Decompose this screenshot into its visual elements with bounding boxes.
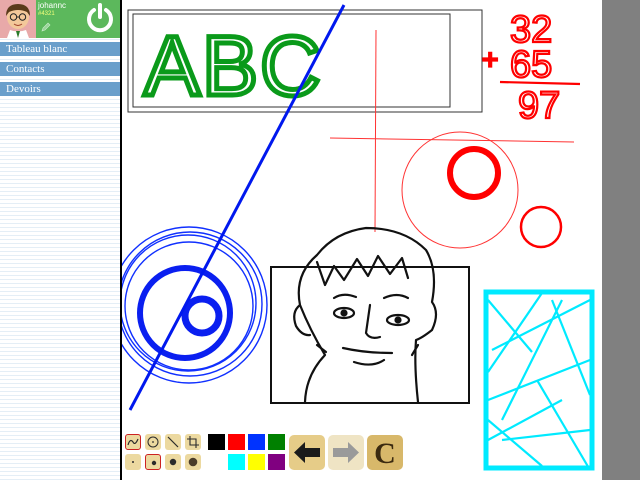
addition-result: 97 — [518, 85, 560, 127]
red-circle-small — [519, 205, 563, 249]
undo-button[interactable] — [289, 435, 325, 470]
portrait-frame — [270, 266, 470, 404]
brush-size-xlarge[interactable] — [185, 454, 201, 470]
circle-tool[interactable] — [145, 434, 161, 450]
menu-item-whiteboard[interactable]: Tableau blanc — [0, 42, 120, 56]
red-circle-bold — [447, 146, 501, 200]
avatar — [0, 0, 36, 38]
user-name: johannc — [38, 1, 67, 10]
menu-item-homework[interactable]: Devoirs — [0, 82, 120, 96]
color-swatch-green[interactable] — [268, 434, 285, 450]
menu-item-contacts[interactable]: Contacts — [0, 62, 120, 76]
brush-size-medium[interactable] — [145, 454, 161, 470]
color-swatch-purple[interactable] — [268, 454, 285, 470]
brush-size-small[interactable] — [125, 454, 141, 470]
color-swatch-yellow[interactable] — [248, 454, 265, 470]
drawing-surface[interactable]: ABC 32 + 65 97 — [110, 0, 602, 480]
cyan-hatch-lines — [487, 292, 592, 471]
clear-button[interactable]: C — [367, 435, 403, 470]
freehand-icon — [127, 438, 139, 446]
vertical-scrollbar[interactable] — [602, 0, 640, 480]
clear-button-label: C — [374, 437, 396, 470]
edit-pencil-icon[interactable] — [40, 20, 52, 38]
brush-size-large[interactable] — [165, 454, 181, 470]
circle-icon — [147, 436, 159, 448]
line-icon — [167, 436, 179, 448]
dot-small-icon — [132, 461, 134, 463]
sidebar: johannc #4321 Tableau blanc Contacts Dev… — [0, 0, 120, 480]
power-icon[interactable] — [84, 2, 116, 39]
whiteboard-canvas[interactable]: ABC 32 + 65 97 — [110, 0, 602, 480]
color-swatch-red[interactable] — [228, 434, 245, 450]
color-swatch-blue[interactable] — [248, 434, 265, 450]
dot-medium-icon — [151, 460, 157, 466]
blue-circle-inner — [181, 295, 223, 337]
freehand-tool[interactable] — [125, 434, 141, 450]
line-tool[interactable] — [165, 434, 181, 450]
arrow-right-icon — [333, 442, 359, 463]
red-vertical-line — [374, 29, 377, 233]
user-bar: johannc #4321 — [0, 0, 120, 38]
redo-button[interactable] — [328, 435, 364, 470]
addition-plus: + — [482, 44, 498, 75]
dot-large-icon — [169, 458, 177, 466]
arrow-left-icon — [294, 442, 320, 463]
red-horizontal-line — [329, 137, 575, 143]
crop-icon — [187, 436, 199, 448]
crop-tool[interactable] — [185, 434, 201, 450]
color-swatch-black[interactable] — [208, 434, 225, 450]
color-swatch-cyan[interactable] — [228, 454, 245, 470]
user-code: #4321 — [38, 11, 55, 17]
toolbox: C — [125, 432, 405, 476]
dot-xlarge-icon — [188, 457, 198, 467]
addition-line-2: 65 — [510, 44, 552, 86]
